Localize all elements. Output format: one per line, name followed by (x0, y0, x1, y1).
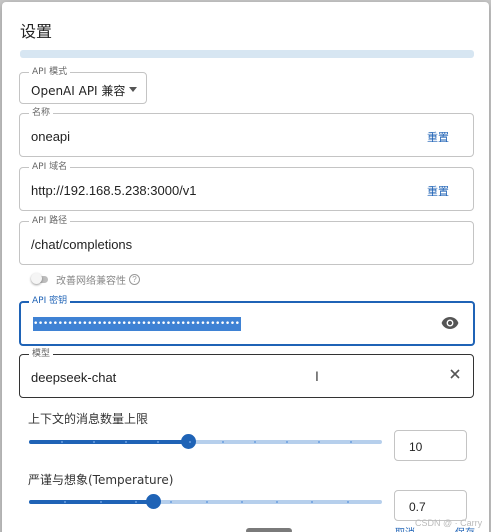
slider-mark (93, 441, 95, 443)
tabs-strip (20, 50, 474, 58)
api-domain-legend: API 域名 (29, 162, 71, 173)
slider-mark (189, 441, 191, 443)
cancel-button[interactable]: 取消 (395, 524, 415, 532)
close-icon[interactable] (449, 368, 461, 380)
slider-track (29, 440, 188, 444)
slider-mark (311, 501, 313, 503)
context-limit-value: 10 (409, 440, 423, 454)
slider-mark (347, 501, 349, 503)
context-limit-input[interactable]: 10 (394, 430, 467, 461)
model-value: deepseek-chat (31, 370, 117, 385)
context-limit-label: 上下文的消息数量上限 (28, 412, 149, 426)
toggle-thumb[interactable] (31, 272, 42, 284)
network-compat-toggle[interactable] (31, 272, 48, 284)
name-reset-button[interactable]: 重置 (427, 129, 449, 145)
slider-mark (350, 441, 352, 443)
api-path-value: /chat/completions (31, 237, 133, 252)
network-compat-label: 改善网络兼容性 (56, 275, 126, 287)
api-domain-reset-button[interactable]: 重置 (427, 183, 449, 199)
api-key-value[interactable]: ••••••••••••••••••••••••••••••••••••••••… (33, 317, 241, 331)
slider-mark (318, 441, 320, 443)
scroll-handle[interactable] (246, 528, 292, 532)
help-icon[interactable]: ? (129, 273, 140, 285)
chevron-down-icon (129, 87, 137, 92)
slider-mark (157, 441, 159, 443)
settings-dialog: 设置 API 模式 OpenAI API 兼容 名称 oneapi 重置 API… (2, 2, 489, 532)
eye-icon[interactable] (441, 316, 459, 330)
slider-mark (100, 501, 102, 503)
slider-mark (61, 441, 63, 443)
model-field[interactable]: 模型 deepseek-chat Ι (19, 349, 474, 398)
api-key-field[interactable]: API 密钥 •••••••••••••••••••••••••••••••••… (19, 296, 475, 346)
slider-mark (125, 441, 127, 443)
slider-mark (135, 501, 137, 503)
network-compat-row: 改善网络兼容性 ? (31, 272, 140, 287)
name-value: oneapi (31, 129, 71, 144)
api-path-field[interactable]: API 路径 /chat/completions (19, 216, 474, 265)
api-domain-field[interactable]: API 域名 http://192.168.5.238:3000/v1 重置 (19, 162, 474, 211)
model-legend: 模型 (29, 349, 54, 360)
api-key-legend: API 密钥 (29, 296, 71, 307)
watermark: CSDN @ · Carry (415, 518, 483, 528)
dialog-title: 设置 (20, 22, 53, 41)
slider-thumb[interactable] (146, 494, 161, 509)
temperature-label: 严谨与想象(Temperature) (28, 473, 174, 487)
slider-mark (254, 441, 256, 443)
slider-mark (276, 501, 278, 503)
name-legend: 名称 (29, 108, 54, 119)
context-limit-slider[interactable] (29, 432, 382, 452)
slider-mark (206, 501, 208, 503)
api-path-legend: API 路径 (29, 216, 71, 227)
slider-mark (64, 501, 66, 503)
temperature-input[interactable]: 0.7 (394, 490, 467, 521)
slider-mark (222, 441, 224, 443)
slider-mark (170, 501, 172, 503)
text-cursor-icon: Ι (315, 368, 319, 384)
slider-mark (286, 441, 288, 443)
api-mode-legend: API 模式 (29, 67, 71, 78)
name-field[interactable]: 名称 oneapi 重置 (19, 108, 474, 157)
api-mode-value: OpenAI API 兼容 (31, 84, 126, 98)
temperature-slider[interactable] (29, 492, 382, 512)
temperature-value: 0.7 (409, 500, 426, 514)
api-mode-select[interactable]: API 模式 OpenAI API 兼容 (19, 67, 147, 104)
api-domain-value: http://192.168.5.238:3000/v1 (31, 183, 197, 198)
slider-mark (241, 501, 243, 503)
